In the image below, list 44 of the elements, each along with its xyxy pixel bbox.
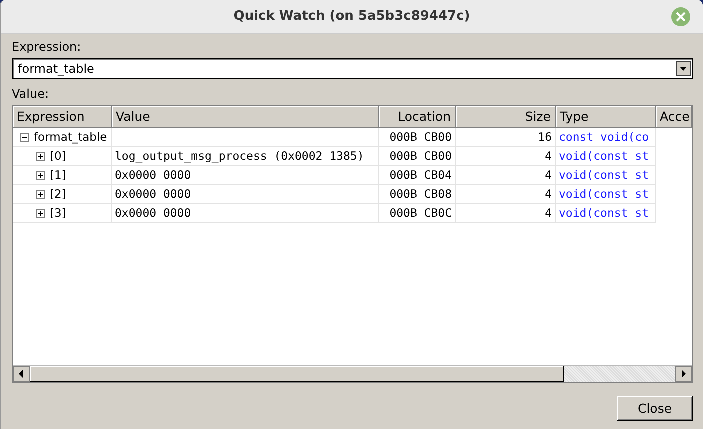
column-header[interactable]: Type <box>556 106 656 128</box>
column-header[interactable]: Value <box>112 106 379 128</box>
expression-label: Expression: <box>12 40 82 54</box>
value-label: Value: <box>12 87 49 101</box>
window-title: Quick Watch (on 5a5b3c89447c) <box>234 9 470 24</box>
close-button[interactable]: Close <box>617 396 693 421</box>
minus-icon[interactable] <box>20 132 29 142</box>
plus-icon[interactable] <box>36 152 45 160</box>
expression-text: format_table <box>34 129 108 146</box>
plus-icon[interactable] <box>36 190 45 198</box>
scroll-left-icon[interactable] <box>13 366 30 382</box>
table-cell: 0x0000 0000 <box>112 204 379 223</box>
expression-text: [0] <box>50 148 66 165</box>
column-header[interactable]: Acce <box>656 106 692 128</box>
plus-icon[interactable] <box>36 208 45 218</box>
table-cell: const void(co <box>556 128 656 147</box>
table-cell: 000B CB00 <box>379 147 456 166</box>
table-cell: 000B CB00 <box>379 128 456 147</box>
horizontal-scrollbar[interactable] <box>13 365 692 382</box>
table-cell: log_output_msg_process (0x0002 1385) <box>112 147 379 166</box>
table-cell: 4 <box>456 185 556 204</box>
scroll-right-icon[interactable] <box>675 366 692 382</box>
plus-icon[interactable] <box>36 170 45 180</box>
expression-text: [3] <box>50 205 66 222</box>
table-cell: void(const st <box>556 147 656 166</box>
expression-combo-box[interactable]: format_table <box>12 58 693 79</box>
expression-text: [1] <box>50 167 66 184</box>
table-cell: 000B CB04 <box>379 166 456 185</box>
column-header[interactable]: Size <box>456 106 556 128</box>
table-cell: 4 <box>456 166 556 185</box>
expression-text: [2] <box>50 186 66 203</box>
table-cell: 16 <box>456 128 556 147</box>
table-cell: 000B CB0C <box>379 204 456 223</box>
table-cell: void(const st <box>556 185 656 204</box>
table-cell: 0x0000 0000 <box>112 166 379 185</box>
table-cell: void(const st <box>556 204 656 223</box>
table-cell: 000B CB08 <box>379 185 456 204</box>
column-header[interactable]: Location <box>379 106 456 128</box>
table-cell: 0x0000 0000 <box>112 185 379 204</box>
table-cell: 4 <box>456 147 556 166</box>
column-header[interactable]: Expression <box>13 106 112 128</box>
scroll-thumb[interactable] <box>30 366 564 382</box>
table-cell: 4 <box>456 204 556 223</box>
table-cell: void(const st <box>556 166 656 185</box>
